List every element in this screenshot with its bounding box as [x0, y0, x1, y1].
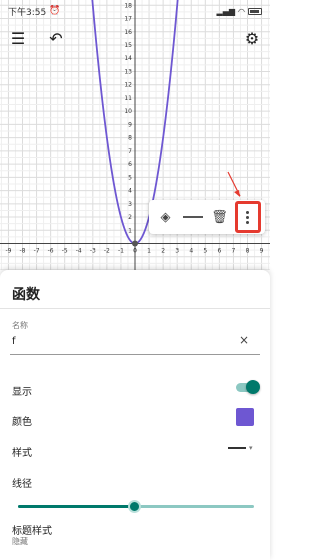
- fill-color-button[interactable]: ◈: [154, 205, 178, 229]
- x-tick-label: -7: [34, 248, 40, 255]
- wifi-icon: ◠: [238, 6, 245, 16]
- vertex-point: [132, 240, 138, 247]
- y-tick-label: 4: [128, 188, 132, 195]
- x-tick-label: -4: [76, 248, 82, 255]
- show-label: 显示: [12, 387, 32, 398]
- x-tick-label: 0: [133, 248, 137, 255]
- line-style-button[interactable]: [181, 205, 205, 229]
- name-input-underline: [10, 354, 260, 355]
- x-tick-label: 9: [260, 248, 264, 255]
- caption-style-value: 隐藏: [12, 537, 28, 546]
- panel-divider: [0, 308, 270, 309]
- menu-icon: ☰: [10, 28, 26, 48]
- x-tick-label: 3: [175, 248, 179, 255]
- line-width-slider[interactable]: [18, 500, 254, 514]
- y-tick-label: 3: [128, 201, 132, 208]
- x-tick-label: 1: [147, 248, 151, 255]
- toggle-knob: [246, 380, 260, 394]
- panel-title: 函数: [12, 287, 40, 303]
- status-bar: 下午3:55 ⏰ ▂▄▆ ◠: [0, 0, 270, 22]
- style-label: 样式: [12, 448, 32, 459]
- more-options-button[interactable]: [234, 201, 261, 233]
- line-style-preview: [228, 447, 246, 449]
- y-tick-label: 9: [128, 121, 132, 128]
- x-tick-label: -5: [62, 248, 68, 255]
- undo-icon: ↶: [49, 28, 63, 48]
- x-tick-label: -2: [104, 248, 110, 255]
- x-tick-label: -3: [90, 248, 96, 255]
- y-tick-label: 2: [128, 214, 132, 221]
- status-left: 下午3:55 ⏰: [8, 5, 60, 18]
- y-tick-label: 16: [124, 29, 132, 36]
- y-tick-label: 10: [124, 108, 132, 115]
- x-tick-label: 6: [217, 248, 221, 255]
- x-tick-label: 4: [189, 248, 193, 255]
- y-tick-label: 1: [128, 227, 132, 234]
- y-tick-label: 15: [124, 42, 132, 49]
- delete-button[interactable]: 🗑: [208, 205, 232, 229]
- x-tick-label: -8: [20, 248, 26, 255]
- slider-thumb[interactable]: [127, 500, 141, 513]
- x-tick-label: -6: [48, 248, 54, 255]
- caption-style-label[interactable]: 标题样式: [12, 522, 52, 537]
- line-style-icon: [182, 216, 203, 218]
- undo-button[interactable]: ↶: [45, 27, 67, 49]
- show-toggle[interactable]: [236, 380, 260, 394]
- x-tick-label: 8: [246, 248, 250, 255]
- signal-icon: ▂▄▆: [216, 6, 236, 16]
- clear-icon[interactable]: ×: [239, 333, 249, 347]
- y-tick-label: 8: [128, 135, 132, 142]
- x-tick-label: -9: [5, 248, 11, 255]
- y-tick-label: 14: [124, 55, 132, 62]
- slider-fill: [18, 505, 134, 508]
- y-tick-label: 11: [124, 95, 132, 102]
- trash-icon: 🗑: [211, 209, 228, 225]
- paint-bucket-icon: ◈: [160, 209, 171, 225]
- settings-button[interactable]: ⚙: [241, 27, 263, 49]
- gear-icon: ⚙: [244, 28, 260, 48]
- x-tick-label: 2: [161, 248, 165, 255]
- more-vertical-icon: [246, 210, 249, 214]
- name-input[interactable]: f: [12, 336, 16, 347]
- y-tick-label: 12: [124, 82, 132, 89]
- properties-panel: 函数 名称 f × 显示 颜色 样式 ▾ 线径 标题样式 隐藏: [0, 270, 270, 560]
- x-tick-label: -1: [118, 248, 124, 255]
- color-swatch[interactable]: [236, 408, 254, 426]
- y-tick-label: 7: [128, 148, 132, 155]
- name-label: 名称: [12, 321, 28, 330]
- x-tick-label: 7: [232, 248, 236, 255]
- x-tick-label: 5: [203, 248, 207, 255]
- battery-icon: [248, 7, 262, 15]
- y-tick-label: 5: [128, 174, 132, 181]
- color-label: 颜色: [12, 417, 32, 428]
- y-tick-label: 13: [124, 68, 132, 75]
- status-time: 下午3:55: [8, 7, 47, 18]
- line-style-select[interactable]: ▾: [228, 444, 253, 452]
- alarm-icon: ⏰: [49, 6, 61, 16]
- chevron-down-icon: ▾: [249, 444, 253, 452]
- object-style-toolbar: ◈ 🗑: [149, 200, 265, 234]
- line-width-label: 线径: [12, 479, 32, 490]
- y-tick-label: 6: [128, 161, 132, 168]
- menu-button[interactable]: ☰: [7, 27, 29, 49]
- status-right: ▂▄▆ ◠: [217, 7, 262, 16]
